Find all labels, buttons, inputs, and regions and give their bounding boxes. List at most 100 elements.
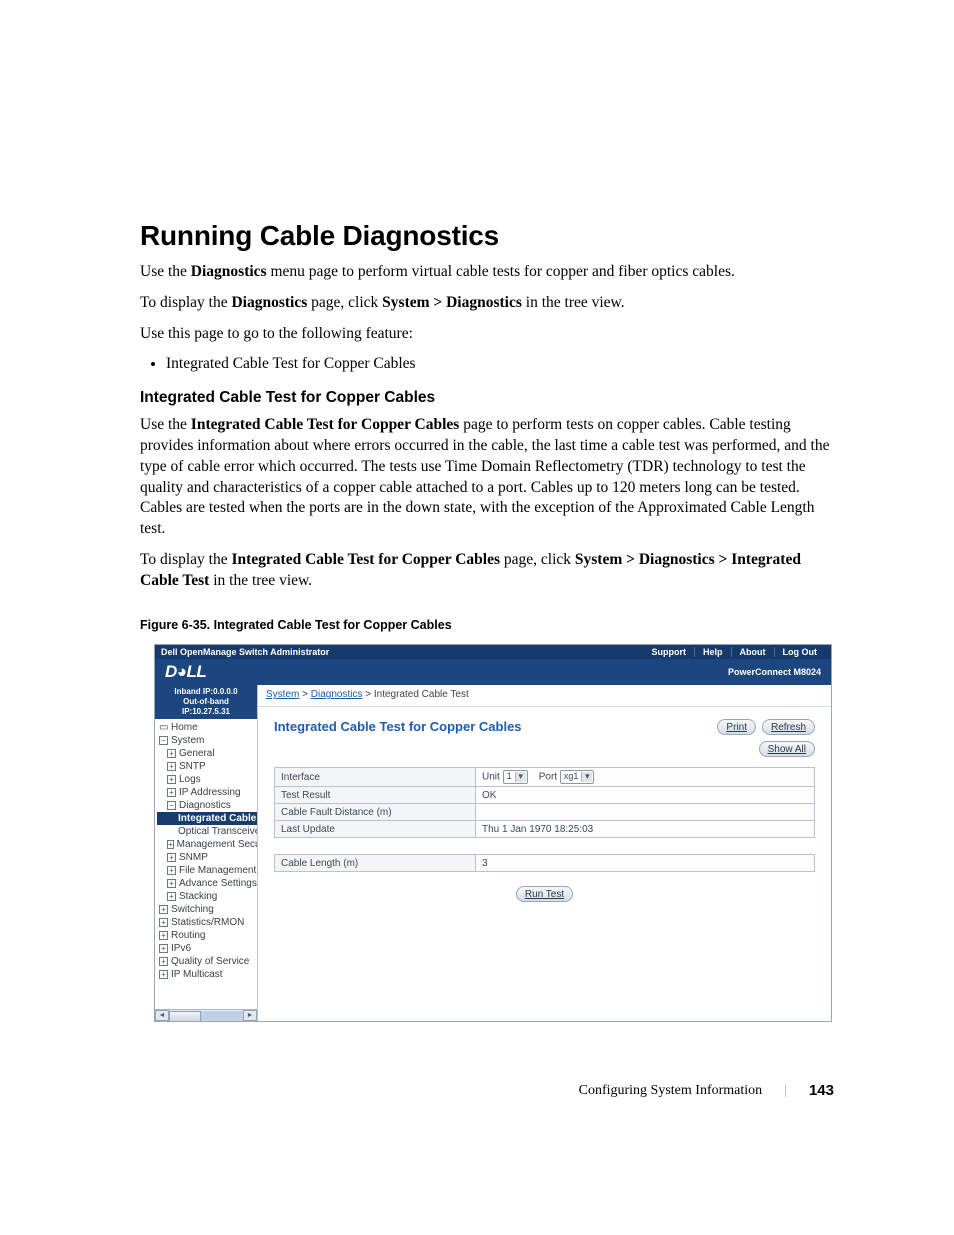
print-button[interactable]: Print (717, 719, 756, 735)
expand-icon[interactable]: + (159, 918, 168, 927)
list-item: Integrated Cable Test for Copper Cables (166, 355, 834, 373)
tree-item-general[interactable]: +General (157, 747, 257, 760)
expand-icon[interactable]: + (167, 749, 176, 758)
expand-icon[interactable]: + (167, 853, 176, 862)
expand-icon[interactable]: + (167, 762, 176, 771)
link-support[interactable]: Support (643, 647, 694, 657)
tree-item-sntp[interactable]: +SNTP (157, 760, 257, 773)
breadcrumb: System > Diagnostics > Integrated Cable … (258, 685, 831, 707)
refresh-button[interactable]: Refresh (762, 719, 815, 735)
paragraph-intro: Use the Diagnostics menu page to perform… (140, 262, 834, 283)
tree-label: Logs (179, 774, 201, 785)
tree-item-switching[interactable]: +Switching (157, 903, 257, 916)
breadcrumb-sep: > (299, 689, 310, 700)
breadcrumb-system[interactable]: System (266, 689, 299, 700)
section-heading: Integrated Cable Test for Copper Cables (140, 389, 834, 407)
tree-item-ipmulticast[interactable]: +IP Multicast (157, 968, 257, 981)
link-help[interactable]: Help (694, 647, 731, 657)
cell-value: Thu 1 Jan 1970 18:25:03 (476, 821, 815, 838)
text-bold: Integrated Cable Test for Copper Cables (191, 416, 460, 433)
text: To display the (140, 294, 231, 311)
expand-icon[interactable]: + (167, 866, 176, 875)
tree-item-home[interactable]: ▭Home (157, 721, 257, 734)
tree-item-qos[interactable]: +Quality of Service (157, 955, 257, 968)
brand-bar: D◕LL PowerConnect M8024 (155, 659, 831, 685)
link-about[interactable]: About (731, 647, 774, 657)
label-port: Port (539, 772, 557, 783)
expand-icon[interactable]: + (167, 788, 176, 797)
cell-value: 3 (476, 855, 815, 872)
cell-value: Unit 1▾ Port xg1▾ (476, 768, 815, 787)
unit-select-value: 1 (507, 771, 512, 781)
tree-label: SNTP (179, 761, 206, 772)
port-select-value: xg1 (564, 771, 579, 781)
tree-label: Quality of Service (171, 956, 249, 967)
tree-item-system[interactable]: −System (157, 734, 257, 747)
unit-select[interactable]: 1▾ (503, 770, 528, 784)
length-table: Cable Length (m) 3 (274, 854, 815, 872)
tree-item-mgmt-security[interactable]: +Management Security (157, 838, 257, 851)
breadcrumb-current: Integrated Cable Test (374, 689, 469, 700)
breadcrumb-sep: > (362, 689, 373, 700)
cell-label: Cable Fault Distance (m) (275, 804, 476, 821)
tree-label: IPv6 (171, 943, 191, 954)
cell-value: OK (476, 787, 815, 804)
run-test-button[interactable]: Run Test (516, 886, 573, 902)
tree-item-integrated-cable[interactable]: Integrated Cable T (157, 812, 257, 825)
expand-icon[interactable]: + (167, 879, 176, 888)
text-bold: System > Diagnostics (382, 294, 522, 311)
tree-item-ipaddressing[interactable]: +IP Addressing (157, 786, 257, 799)
expand-icon[interactable]: + (159, 931, 168, 940)
page-footer: Configuring System Information | 143 (140, 1022, 834, 1099)
port-select[interactable]: xg1▾ (560, 770, 595, 784)
window-titlebar: Dell OpenManage Switch Administrator Sup… (155, 645, 831, 659)
tree-label: Statistics/RMON (171, 917, 244, 928)
expand-icon[interactable]: + (159, 957, 168, 966)
footer-separator: | (784, 1083, 787, 1099)
screenshot: Dell OpenManage Switch Administrator Sup… (154, 644, 832, 1022)
main-panel: System > Diagnostics > Integrated Cable … (258, 685, 831, 1021)
paragraph-nav2: To display the Integrated Cable Test for… (140, 550, 834, 592)
horizontal-scrollbar[interactable]: ◄ ► (155, 1009, 257, 1021)
expand-icon[interactable]: + (167, 892, 176, 901)
tree-label: Routing (171, 930, 205, 941)
table-row: Cable Fault Distance (m) (275, 804, 815, 821)
tree-item-ipv6[interactable]: +IPv6 (157, 942, 257, 955)
tree-item-diagnostics[interactable]: −Diagnostics (157, 799, 257, 812)
scroll-thumb[interactable] (169, 1011, 201, 1021)
expand-icon[interactable]: + (167, 775, 176, 784)
expand-icon[interactable]: + (159, 905, 168, 914)
show-all-button[interactable]: Show All (759, 741, 815, 757)
tree-item-advsettings[interactable]: +Advance Settings (157, 877, 257, 890)
tree-item-routing[interactable]: +Routing (157, 929, 257, 942)
scroll-track[interactable] (169, 1011, 243, 1020)
breadcrumb-diagnostics[interactable]: Diagnostics (311, 689, 363, 700)
link-logout[interactable]: Log Out (774, 647, 826, 657)
tree-label: IP Multicast (171, 969, 223, 980)
product-name: PowerConnect M8024 (728, 667, 821, 677)
text: page to perform tests on copper cables. … (140, 416, 830, 538)
expand-icon[interactable]: + (167, 840, 174, 849)
expand-icon[interactable]: + (159, 944, 168, 953)
footer-page-number: 143 (809, 1082, 834, 1099)
scroll-left-icon[interactable]: ◄ (155, 1010, 169, 1021)
collapse-icon[interactable]: − (159, 736, 168, 745)
tree-item-filemgmt[interactable]: +File Management (157, 864, 257, 877)
chevron-down-icon: ▾ (581, 772, 592, 782)
ip-inband: Inband IP:0.0.0.0 (159, 687, 253, 697)
tree-item-logs[interactable]: +Logs (157, 773, 257, 786)
tree-item-stats[interactable]: +Statistics/RMON (157, 916, 257, 929)
text: page, click (500, 551, 575, 568)
ip-info: Inband IP:0.0.0.0 Out-of-band IP:10.27.5… (155, 685, 257, 719)
tree-item-stacking[interactable]: +Stacking (157, 890, 257, 903)
text: To display the (140, 551, 231, 568)
text: Use the (140, 263, 191, 280)
tree-label: Home (171, 722, 198, 733)
tree-item-optical[interactable]: Optical Transceiver (157, 825, 257, 838)
text-bold: Diagnostics (191, 263, 267, 280)
collapse-icon[interactable]: − (167, 801, 176, 810)
tree-item-snmp[interactable]: +SNMP (157, 851, 257, 864)
scroll-right-icon[interactable]: ► (243, 1010, 257, 1021)
panel-title: Integrated Cable Test for Copper Cables (274, 719, 522, 734)
expand-icon[interactable]: + (159, 970, 168, 979)
